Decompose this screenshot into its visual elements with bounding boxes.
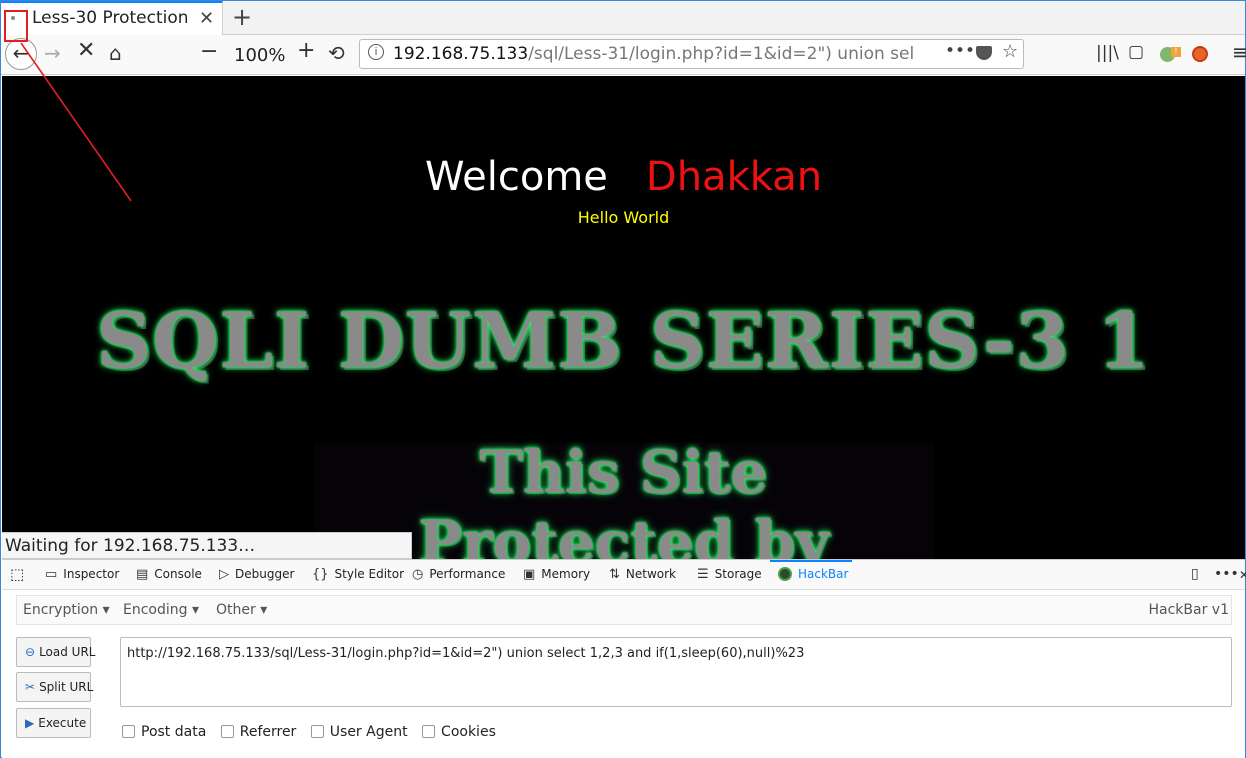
split-url-button[interactable]: ✂ Split URL	[16, 672, 93, 702]
devtools-close-icon[interactable]: ✕	[1239, 568, 1246, 582]
sidebar-icon[interactable]: ▢	[1128, 42, 1144, 62]
dock-icon[interactable]: ▯	[1191, 566, 1199, 582]
new-tab-button[interactable]: +	[232, 3, 252, 31]
post-data-option[interactable]: Post data	[122, 724, 216, 740]
protected-line-1: This Site	[479, 438, 768, 506]
memory-icon: ▣	[523, 567, 536, 582]
debugger-icon: ▷	[219, 567, 229, 582]
browser-window: Less-30 Protection v ✕ + ← → ✕ ⌂ − 100% …	[0, 0, 1246, 758]
address-bar[interactable]: i 192.168.75.133/sql/Less-31/login.php?i…	[359, 39, 1024, 69]
series-banner: SQLI DUMB SERIES-3 1	[96, 296, 1151, 385]
tab-console[interactable]: ▤ Console	[136, 567, 202, 582]
load-url-icon: ⊖	[25, 645, 36, 659]
annotation-arrow	[20, 42, 132, 202]
hackbar-url-textarea[interactable]: http://192.168.75.133/sql/Less-31/login.…	[120, 637, 1232, 707]
noscript-icon[interactable]	[1192, 43, 1208, 67]
devtools-panel: ⬚ ▭ Inspector ▤ Console ▷ Debugger {} Style …	[2, 559, 1246, 758]
pocket-icon[interactable]	[976, 46, 992, 60]
menu-icon[interactable]: ≡	[1232, 40, 1246, 64]
user-agent-option[interactable]: User Agent	[310, 724, 418, 740]
library-icon[interactable]: |||\	[1096, 43, 1119, 63]
bookmark-star-icon[interactable]: ☆	[1002, 41, 1018, 62]
performance-icon: ◷	[412, 567, 424, 582]
encoding-menu[interactable]: Encoding ▾	[123, 602, 199, 618]
tab-strip: Less-30 Protection v ✕ +	[1, 1, 1245, 35]
hackbar-icon	[778, 567, 792, 581]
tab-debugger[interactable]: ▷ Debugger	[219, 567, 294, 582]
tab-style-editor[interactable]: {} Style Editor	[312, 567, 404, 582]
tab-performance[interactable]: ◷ Performance	[412, 567, 505, 582]
devtools-tabbar: ⬚ ▭ Inspector ▤ Console ▷ Debugger {} Style …	[2, 560, 1246, 590]
tab-storage[interactable]: ☰ Storage	[697, 567, 762, 582]
console-icon: ▤	[136, 567, 149, 582]
execute-icon: ▶	[25, 716, 35, 730]
welcome-text: Welcome	[424, 154, 608, 200]
pick-element-icon[interactable]: ⬚	[10, 565, 24, 583]
other-menu[interactable]: Other ▾	[216, 602, 267, 618]
post-data-checkbox[interactable]	[122, 725, 135, 738]
user-agent-checkbox[interactable]	[310, 725, 324, 738]
hello-text: Hello World	[577, 208, 670, 227]
zoom-out-button[interactable]: −	[200, 39, 218, 64]
hackbar-options: Post data Referrer User Agent Cookies	[122, 724, 506, 740]
tab-inspector[interactable]: ▭ Inspector	[45, 567, 119, 582]
load-url-button[interactable]: ⊖ Load URL	[16, 637, 95, 667]
web-page: Welcome Dhakkan Hello World SQLI DUMB SER…	[2, 76, 1245, 559]
hackbar-menu: Encryption ▾ Encoding ▾ Other ▾ HackBar …	[16, 595, 1232, 625]
execute-button[interactable]: ▶ Execute	[16, 708, 91, 738]
welcome-heading: Welcome Dhakkan	[2, 154, 1245, 200]
extension-icon[interactable]: !	[1160, 43, 1185, 67]
tab-memory[interactable]: ▣ Memory	[523, 567, 590, 582]
url-text[interactable]: 192.168.75.133/sql/Less-31/login.php?id=…	[393, 44, 913, 64]
tab-network[interactable]: ⇅ Network	[609, 567, 676, 582]
status-bar: Waiting for 192.168.75.133…	[2, 532, 412, 559]
user-name: Dhakkan	[645, 154, 823, 200]
nav-toolbar: ← → ✕ ⌂ − 100% + ⟲ i 192.168.75.133/sql/…	[1, 35, 1246, 75]
zoom-in-button[interactable]: +	[297, 38, 315, 63]
zoom-level[interactable]: 100%	[234, 45, 285, 66]
storage-icon: ☰	[697, 567, 709, 582]
inspector-icon: ▭	[45, 567, 58, 582]
referrer-option[interactable]: Referrer	[220, 724, 307, 740]
site-info-icon[interactable]: i	[368, 44, 384, 60]
tab-hackbar[interactable]: HackBar	[778, 567, 848, 581]
devtools-menu-icon[interactable]: •••	[1214, 566, 1239, 582]
network-icon: ⇅	[609, 567, 620, 582]
reset-zoom-icon[interactable]: ⟲	[328, 41, 345, 65]
encryption-menu[interactable]: Encryption ▾	[23, 602, 110, 618]
cookies-option[interactable]: Cookies	[422, 724, 506, 740]
active-tab-indicator	[770, 560, 852, 562]
referrer-checkbox[interactable]	[220, 725, 234, 738]
style-editor-icon: {}	[312, 567, 329, 582]
split-url-icon: ✂	[25, 680, 36, 694]
cookies-checkbox[interactable]	[422, 725, 436, 738]
hackbar-version: HackBar v1	[1148, 602, 1230, 618]
tab-close-icon[interactable]: ✕	[199, 8, 214, 29]
page-actions-icon[interactable]: •••	[945, 41, 975, 61]
